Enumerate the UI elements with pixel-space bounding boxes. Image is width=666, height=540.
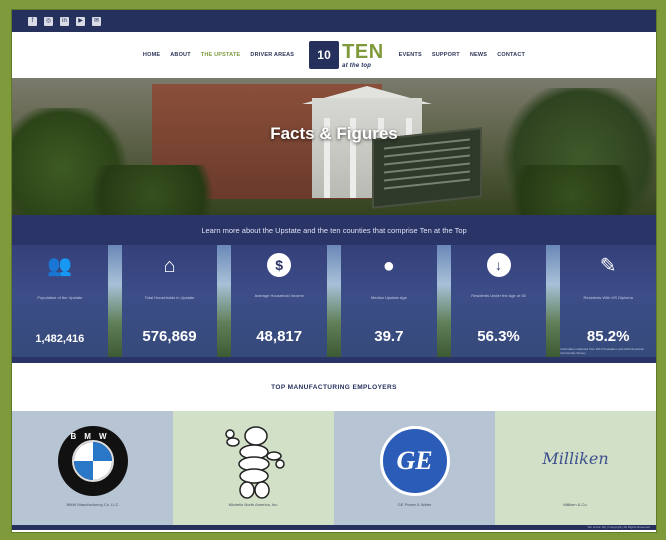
landscape-gap (546, 245, 561, 357)
stat-value: 576,869 (142, 328, 197, 345)
house-icon: ⌂ (163, 255, 176, 277)
stat-value: 48,817 (256, 328, 303, 345)
logo-text: TEN at the top (342, 42, 384, 69)
employer-tile-bmw[interactable]: BMW BMW Manufacturing Co. LLC (12, 411, 173, 525)
stat-diploma: ✎ Residents With HS Diploma 85.2% Inform… (560, 245, 656, 357)
hero-shrub (72, 165, 232, 215)
landscape-gap (436, 245, 451, 357)
stat-value: 56.3% (477, 328, 520, 345)
logo-tagline: at the top (342, 62, 372, 69)
facebook-icon[interactable]: f (28, 16, 37, 26)
facts-strip: 👥 Population of the Upstate 1,482,416 ⌂ … (12, 245, 656, 357)
website-screen: f ◎ in ▶ ✉ HOME ABOUT THE UPSTATE DRIVER… (12, 10, 656, 532)
nav-contact[interactable]: CONTACT (496, 50, 526, 60)
stat-label: Median Upstate Age (370, 295, 407, 300)
stat-value: 85.2% (586, 328, 630, 345)
employers-heading: TOP MANUFACTURING EMPLOYERS (271, 383, 397, 391)
site-logo[interactable]: 10 TEN at the top (309, 41, 384, 69)
ge-logo: GE (379, 426, 450, 496)
stat-label: Average Household Income (254, 293, 304, 298)
landscape-gap (217, 245, 232, 357)
employer-name: Michelin North America, Inc. (228, 502, 279, 507)
hero-banner: Facts & Figures (12, 78, 656, 215)
stat-under-45: ↓ Residents Under the Age of 45 56.3% (450, 245, 547, 357)
employer-tile-milliken[interactable]: Milliken Milliken & Co. (495, 411, 656, 525)
nav-events[interactable]: EVENTS (398, 50, 423, 60)
stat-value: 39.7 (374, 328, 404, 345)
stat-label: Population of the Upstate (37, 295, 83, 300)
employer-name: BMW Manufacturing Co. LLC (66, 502, 119, 507)
dollar-icon: $ (267, 253, 292, 277)
stat-households: ⌂ Total Households in Upstate 576,869 (121, 245, 218, 357)
landscape-gap (107, 245, 122, 357)
youtube-icon[interactable]: ▶ (76, 16, 85, 26)
nav-the-upstate[interactable]: THE UPSTATE (200, 50, 242, 60)
milliken-logo: Milliken (542, 448, 609, 468)
nav-about[interactable]: ABOUT (169, 50, 192, 60)
screenshot-frame: f ◎ in ▶ ✉ HOME ABOUT THE UPSTATE DRIVER… (0, 0, 666, 540)
nav-home[interactable]: HOME (142, 50, 161, 60)
nav-news[interactable]: NEWS (469, 50, 488, 60)
employer-tile-ge[interactable]: GE GE Power & Water (334, 411, 495, 525)
stat-label: Residents With HS Diploma (583, 295, 633, 300)
facts-intro: Learn more about the Upstate and the ten… (201, 225, 467, 235)
stat-label: Residents Under the Age of 45 (471, 293, 526, 298)
employer-name: Milliken & Co. (563, 502, 588, 507)
stat-population: 👥 Population of the Upstate 1,482,416 (12, 245, 108, 357)
employer-tile-michelin[interactable]: Michelin North America, Inc. (173, 411, 334, 525)
email-icon[interactable]: ✉ (92, 16, 101, 26)
landscape-gap (327, 245, 342, 357)
person-icon: ● (382, 255, 395, 277)
instagram-icon[interactable]: ◎ (44, 16, 53, 26)
employer-name: GE Power & Water (397, 502, 432, 507)
stats-source-note: Information collected from 2013 Populati… (560, 347, 645, 355)
stat-income: $ Average Household Income 48,817 (231, 245, 328, 357)
main-nav: HOME ABOUT THE UPSTATE DRIVER AREAS 10 T… (12, 32, 656, 78)
nav-support[interactable]: SUPPORT (431, 50, 461, 60)
hero-shrub (492, 165, 652, 215)
footer-bar: Ten at the Top | Copyright | All Rights … (12, 525, 656, 530)
people-icon: 👥 (47, 255, 73, 277)
linkedin-icon[interactable]: in (60, 16, 69, 26)
hero-title: Facts & Figures (270, 124, 398, 143)
logo-name: TEN (342, 40, 384, 63)
michelin-logo (224, 426, 285, 499)
stat-label: Total Households in Upstate (144, 295, 195, 300)
stat-age: ● Median Upstate Age 39.7 (341, 245, 437, 357)
facts-band: Learn more about the Upstate and the ten… (12, 215, 656, 363)
pencil-icon: ✎ (599, 255, 617, 277)
bmw-logo: BMW (57, 426, 128, 496)
nav-driver-areas[interactable]: DRIVER AREAS (249, 50, 295, 60)
stat-value: 1,482,416 (35, 333, 85, 345)
employers-grid: BMW BMW Manufacturing Co. LLC Michelin N… (12, 411, 656, 525)
social-bar: f ◎ in ▶ ✉ (12, 10, 656, 32)
arrow-down-icon: ↓ (486, 253, 511, 277)
logo-mark: 10 (309, 41, 340, 69)
footer-text: Ten at the Top | Copyright | All Rights … (587, 525, 650, 529)
